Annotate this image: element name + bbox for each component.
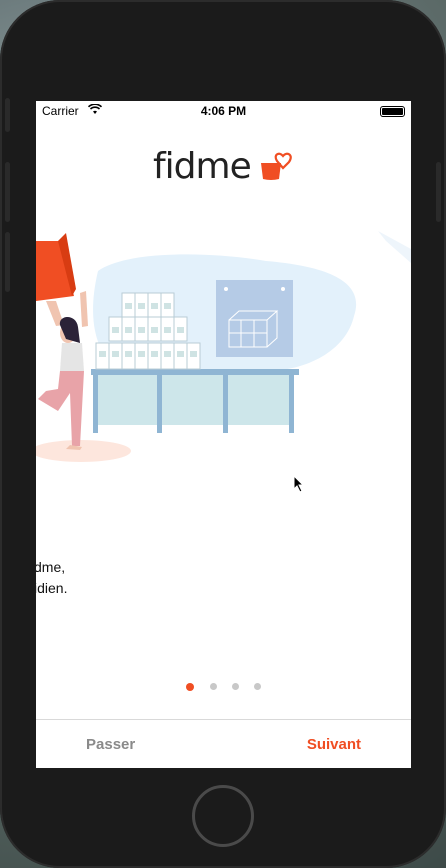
volume-up-button <box>5 162 10 222</box>
mute-switch <box>5 98 10 132</box>
app-screen: Carrier 4:06 PM fidme dme, idien. Passer… <box>36 101 411 768</box>
status-bar: Carrier 4:06 PM <box>36 101 411 121</box>
status-time: 4:06 PM <box>200 104 247 118</box>
power-button <box>436 162 441 222</box>
brand-name: fidme <box>153 146 252 187</box>
volume-down-button <box>5 232 10 292</box>
mouse-pointer-icon <box>293 474 305 498</box>
page-dot-1[interactable] <box>186 682 194 691</box>
onboarding-caption: dme, idien. <box>36 557 67 599</box>
onboarding-footer: Passer Suivant <box>36 719 411 768</box>
phone-frame: Carrier 4:06 PM fidme dme, idien. Passer… <box>0 0 446 868</box>
next-button[interactable]: Suivant <box>307 736 361 753</box>
page-indicator <box>186 682 266 693</box>
caption-line-1: dme, <box>36 559 66 575</box>
skip-button[interactable]: Passer <box>86 736 135 753</box>
page-dot-2[interactable] <box>210 683 217 690</box>
home-button[interactable] <box>192 785 254 847</box>
onboarding-illustration <box>36 221 411 471</box>
page-dot-3[interactable] <box>232 683 239 690</box>
caption-line-2: idien. <box>36 580 68 596</box>
battery-icon <box>380 106 405 117</box>
page-dot-4[interactable] <box>254 683 261 690</box>
heart-cup-icon <box>259 151 295 186</box>
brand-logo: fidme <box>153 147 298 187</box>
